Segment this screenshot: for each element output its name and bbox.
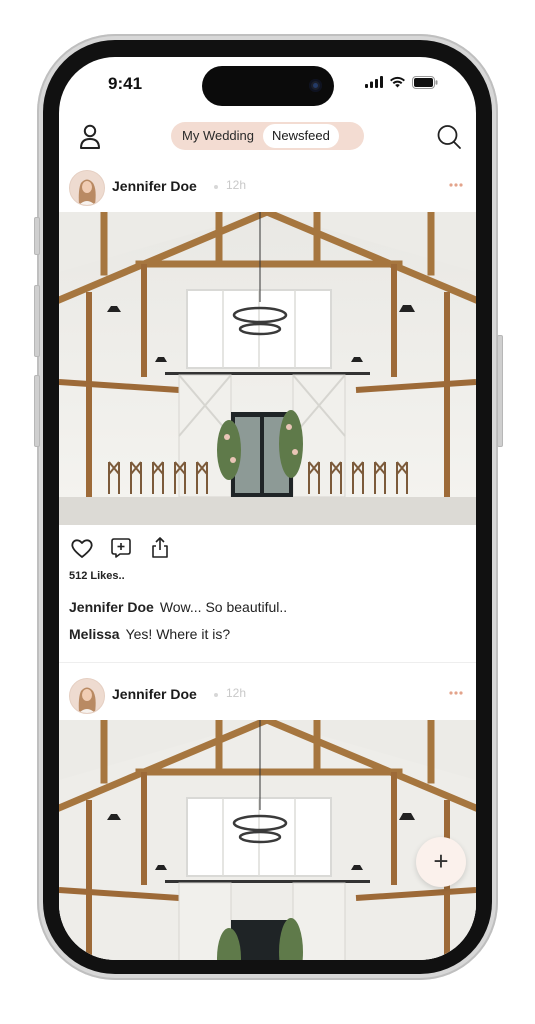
post-author[interactable]: Jennifer Doe (112, 178, 197, 194)
status-time: 9:41 (108, 74, 143, 93)
post-time: 12h (226, 686, 247, 700)
post-photo[interactable] (59, 212, 476, 525)
comment: Jennifer Doe Wow... So beautiful.. (69, 599, 287, 615)
likes-count[interactable]: 512 Likes.. (69, 570, 125, 582)
search-button[interactable] (436, 123, 462, 151)
comment-author[interactable]: Melissa (69, 626, 120, 642)
camera-icon (309, 79, 322, 92)
signal-icon (365, 76, 383, 88)
separator-dot (214, 185, 218, 189)
add-comment-icon[interactable] (108, 535, 134, 561)
tab-my-wedding[interactable]: My Wedding (173, 124, 263, 148)
wedding-barn-image (59, 212, 476, 525)
action-button (34, 217, 40, 255)
post-actions (69, 535, 173, 561)
comment-author[interactable]: Jennifer Doe (69, 599, 154, 615)
wifi-icon (390, 76, 405, 88)
more-icon[interactable] (448, 182, 464, 188)
comment-text: Wow... So beautiful.. (159, 599, 288, 615)
heart-icon[interactable] (69, 535, 95, 561)
tab-newsfeed[interactable]: Newsfeed (263, 124, 339, 148)
top-header: My Wedding Newsfeed (59, 117, 476, 161)
volume-up-button (34, 285, 40, 357)
power-button (497, 335, 503, 447)
feed-tab-switch: My Wedding Newsfeed (171, 122, 364, 150)
post-photo[interactable] (59, 720, 476, 960)
post-header: Jennifer Doe 12h (59, 168, 476, 208)
search-icon (437, 125, 461, 149)
post-time: 12h (226, 178, 247, 192)
wedding-barn-image (59, 720, 476, 960)
separator-dot (214, 693, 218, 697)
post-header: Jennifer Doe 12h (59, 676, 476, 716)
profile-icon (80, 124, 100, 149)
comment-text: Yes! Where it is? (125, 626, 231, 642)
comment: Melissa Yes! Where it is? (69, 626, 230, 642)
status-icons (365, 75, 438, 89)
app-screen: 9:41 My Wedding Newsfeed Jennifer Doe 12… (59, 57, 476, 960)
plus-icon: + (433, 846, 449, 876)
post-author[interactable]: Jennifer Doe (112, 686, 197, 702)
create-post-button[interactable]: + (416, 837, 466, 887)
avatar[interactable] (69, 678, 105, 714)
battery-icon (412, 75, 438, 89)
post-divider (59, 662, 476, 663)
share-icon[interactable] (147, 535, 173, 561)
status-bar: 9:41 (59, 57, 476, 107)
volume-down-button (34, 375, 40, 447)
profile-button[interactable] (77, 122, 103, 152)
avatar[interactable] (69, 170, 105, 206)
more-icon[interactable] (448, 690, 464, 696)
dynamic-island (202, 66, 334, 106)
